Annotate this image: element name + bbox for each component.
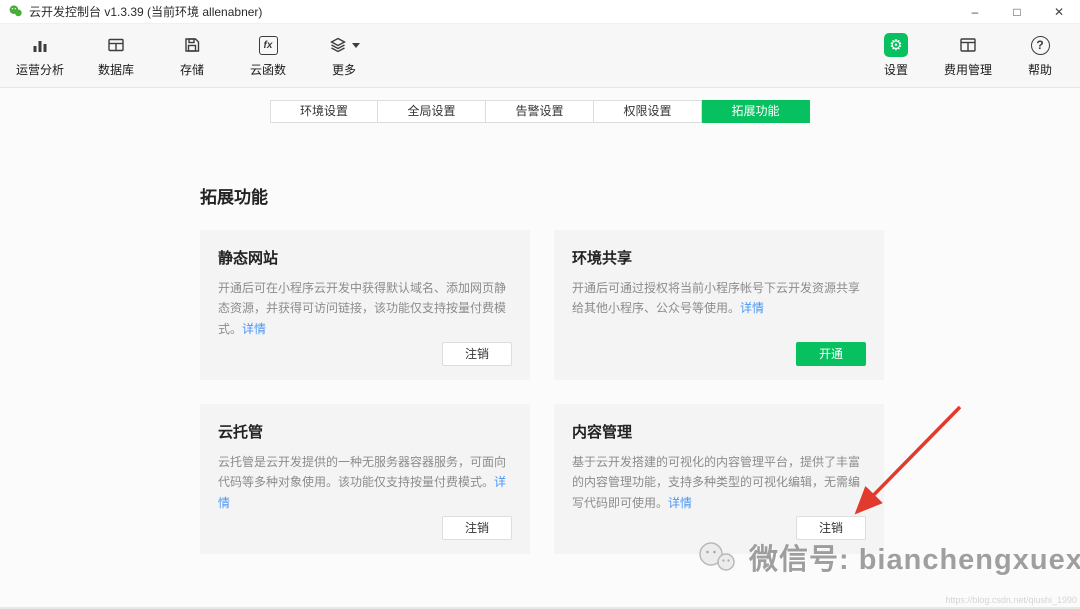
toolbar-item-analytics[interactable]: 运营分析 (14, 33, 66, 78)
card-actions: 注销 (218, 515, 512, 540)
card-description: 开通后可在小程序云开发中获得默认域名、添加网页静态资源，并获得可访问链接，该功能… (218, 278, 512, 339)
layers-icon (328, 33, 360, 57)
help-icon: ? (1030, 33, 1050, 57)
toolbar-item-cloud-functions[interactable]: fx 云函数 (242, 33, 294, 78)
card-title: 云托管 (218, 424, 264, 441)
toolbar-item-database[interactable]: 数据库 (90, 33, 142, 78)
minimize-button[interactable]: – (954, 0, 996, 24)
toolbar-left-group: 运营分析 数据库 存储 fx 云函数 更多 (14, 33, 370, 78)
toolbar-item-label: 更多 (331, 63, 356, 77)
page-title: 拓展功能 (200, 188, 268, 207)
card-description-text: 开通后可通过授权将当前小程序帐号下云开发资源共享给其他小程序、公众号等使用。 (572, 281, 861, 316)
cloud-run-deactivate-button[interactable]: 注销 (441, 515, 512, 540)
toolbar-item-help[interactable]: ? 帮助 (1014, 33, 1066, 78)
gear-icon: ⚙ (884, 33, 908, 57)
feature-cards: 静态网站 开通后可在小程序云开发中获得默认域名、添加网页静态资源，并获得可访问链… (200, 230, 1080, 554)
url-watermark: https://blog.csdn.net/qiushi_1990 (945, 595, 1077, 605)
tab-global-settings[interactable]: 全局设置 (378, 100, 486, 123)
feature-card-static-site: 静态网站 开通后可在小程序云开发中获得默认域名、添加网页静态资源，并获得可访问链… (200, 230, 530, 380)
card-description: 开通后可通过授权将当前小程序帐号下云开发资源共享给其他小程序、公众号等使用。详情 (572, 278, 866, 319)
details-link[interactable]: 详情 (668, 496, 692, 510)
cms-deactivate-button[interactable]: 注销 (795, 515, 866, 540)
cloud-function-icon: fx (258, 33, 278, 57)
card-title: 内容管理 (572, 424, 633, 441)
maximize-button[interactable]: □ (996, 0, 1038, 24)
toolbar-item-label: 云函数 (249, 63, 286, 77)
card-title: 静态网站 (218, 250, 279, 267)
details-link[interactable]: 详情 (740, 301, 764, 315)
window-controls: – □ ✕ (954, 0, 1080, 24)
titlebar: 云开发控制台 v1.3.39 (当前环境 allenabner) – □ ✕ (0, 0, 1080, 24)
toolbar-item-label: 数据库 (97, 63, 134, 77)
toolbar-item-label: 存储 (179, 63, 204, 77)
feature-card-env-sharing: 环境共享 开通后可通过授权将当前小程序帐号下云开发资源共享给其他小程序、公众号等… (554, 230, 884, 380)
toolbar-item-settings[interactable]: ⚙ 设置 (870, 33, 922, 78)
tab-alert-settings[interactable]: 告警设置 (486, 100, 594, 123)
settings-tabs: 环境设置 全局设置 告警设置 权限设置 拓展功能 (0, 100, 1080, 123)
card-actions: 注销 (572, 515, 866, 540)
card-description-text: 基于云开发搭建的可视化的内容管理平台，提供了丰富的内容管理功能，支持多种类型的可… (572, 455, 861, 510)
static-site-deactivate-button[interactable]: 注销 (441, 341, 512, 366)
billing-icon (958, 33, 978, 57)
details-link[interactable]: 详情 (242, 322, 266, 336)
chevron-down-icon (352, 42, 360, 48)
card-title: 环境共享 (572, 250, 633, 267)
bar-chart-icon (30, 33, 50, 57)
toolbar-item-label: 帮助 (1027, 63, 1052, 77)
window-title: 云开发控制台 v1.3.39 (当前环境 allenabner) (29, 5, 263, 19)
toolbar-item-storage[interactable]: 存储 (166, 33, 218, 78)
tab-env-settings[interactable]: 环境设置 (270, 100, 378, 123)
toolbar-item-more[interactable]: 更多 (318, 33, 370, 78)
tab-permission-settings[interactable]: 权限设置 (594, 100, 702, 123)
toolbar-item-billing[interactable]: 费用管理 (942, 33, 994, 78)
toolbar: 运营分析 数据库 存储 fx 云函数 更多 ⚙ 设置 费用管理 ? 帮助 (0, 24, 1080, 88)
card-actions: 注销 (218, 341, 512, 366)
feature-card-cloud-run: 云托管 云托管是云开发提供的一种无服务器容器服务，可面向代码等多种对象使用。该功… (200, 404, 530, 554)
storage-icon (182, 33, 202, 57)
close-button[interactable]: ✕ (1038, 0, 1080, 24)
card-actions: 开通 (572, 341, 866, 366)
card-description-text: 云托管是云开发提供的一种无服务器容器服务，可面向代码等多种对象使用。该功能仅支持… (218, 455, 507, 490)
database-icon (106, 33, 126, 57)
toolbar-item-label: 运营分析 (15, 63, 64, 77)
card-description: 基于云开发搭建的可视化的内容管理平台，提供了丰富的内容管理功能，支持多种类型的可… (572, 452, 866, 513)
feature-card-cms: 内容管理 基于云开发搭建的可视化的内容管理平台，提供了丰富的内容管理功能，支持多… (554, 404, 884, 554)
card-description: 云托管是云开发提供的一种无服务器容器服务，可面向代码等多种对象使用。该功能仅支持… (218, 452, 512, 513)
env-sharing-activate-button[interactable]: 开通 (795, 341, 866, 366)
tab-extensions[interactable]: 拓展功能 (702, 100, 810, 123)
toolbar-item-label: 费用管理 (943, 63, 992, 77)
toolbar-right-group: ⚙ 设置 费用管理 ? 帮助 (870, 33, 1066, 78)
toolbar-item-label: 设置 (883, 63, 908, 77)
wechat-logo-icon (8, 4, 23, 19)
app-window: 云开发控制台 v1.3.39 (当前环境 allenabner) – □ ✕ 运… (0, 0, 1080, 609)
